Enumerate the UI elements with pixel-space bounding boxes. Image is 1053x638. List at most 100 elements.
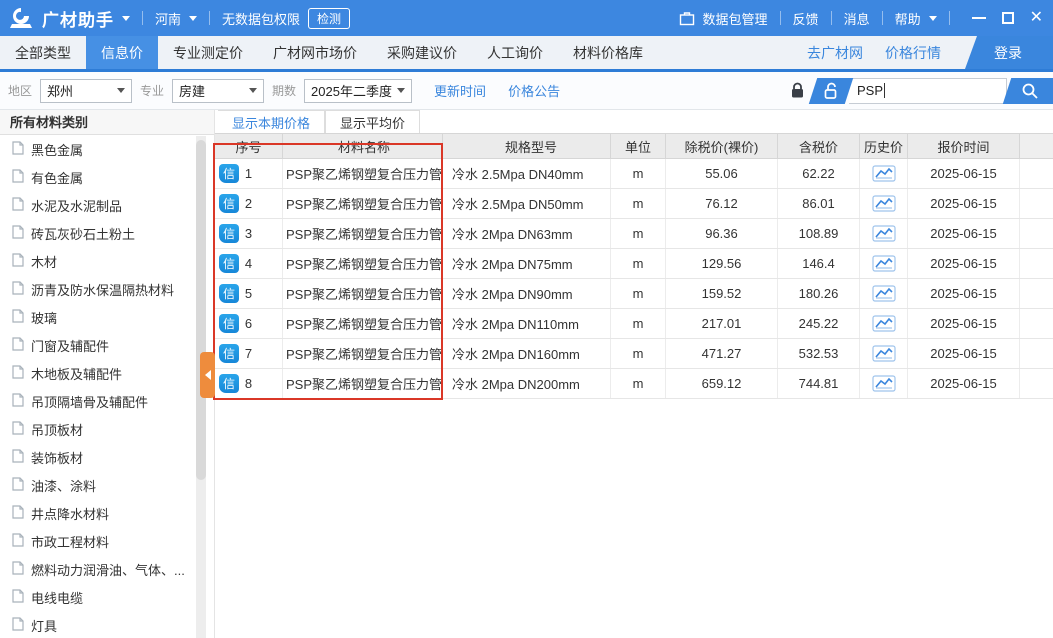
- info-badge-icon[interactable]: 信: [219, 194, 239, 213]
- help-link[interactable]: 帮助: [895, 9, 921, 28]
- info-badge-icon[interactable]: 信: [219, 284, 239, 303]
- region-select[interactable]: 郑州: [40, 79, 132, 103]
- lock-open-button[interactable]: [813, 78, 849, 104]
- info-badge-icon[interactable]: 信: [219, 224, 239, 243]
- category-item-label: 市政工程材料: [31, 532, 109, 551]
- cell-material-name[interactable]: PSP聚乙烯钢塑复合压力管: [283, 279, 443, 308]
- category-item[interactable]: 水泥及水泥制品: [0, 191, 214, 219]
- cell-material-name[interactable]: PSP聚乙烯钢塑复合压力管: [283, 369, 443, 398]
- go-guangcai-link[interactable]: 去广材网: [807, 43, 863, 63]
- nav-tab[interactable]: 人工询价: [472, 36, 558, 69]
- history-chart-icon[interactable]: [872, 225, 896, 242]
- category-item[interactable]: 燃料动力润滑油、气体、...: [0, 555, 214, 583]
- maximize-icon[interactable]: [1002, 12, 1014, 24]
- lock-closed-icon[interactable]: [785, 82, 809, 99]
- category-item-label: 电线电缆: [31, 588, 83, 607]
- category-item[interactable]: 市政工程材料: [0, 527, 214, 555]
- cell-material-name[interactable]: PSP聚乙烯钢塑复合压力管: [283, 309, 443, 338]
- divider: [209, 11, 210, 25]
- history-chart-icon[interactable]: [872, 165, 896, 182]
- history-chart-icon[interactable]: [872, 375, 896, 392]
- nav-tab[interactable]: 广材网市场价: [258, 36, 372, 69]
- cell-material-name[interactable]: PSP聚乙烯钢塑复合压力管: [283, 189, 443, 218]
- cell-material-name[interactable]: PSP聚乙烯钢塑复合压力管: [283, 339, 443, 368]
- info-badge-icon[interactable]: 信: [219, 254, 239, 273]
- close-icon[interactable]: ✕: [1030, 10, 1043, 26]
- history-chart-icon[interactable]: [872, 255, 896, 272]
- info-badge-icon[interactable]: 信: [219, 344, 239, 363]
- header-history[interactable]: 历史价: [860, 134, 908, 158]
- table-row[interactable]: 信 1 PSP聚乙烯钢塑复合压力管 冷水 2.5Mpa DN40mm m 55.…: [215, 159, 1053, 189]
- nav-tab[interactable]: 采购建议价: [372, 36, 472, 69]
- header-price-excl-tax[interactable]: 除税价(裸价): [666, 134, 778, 158]
- nav-tab[interactable]: 信息价: [86, 36, 158, 69]
- table-row[interactable]: 信 5 PSP聚乙烯钢塑复合压力管 冷水 2Mpa DN90mm m 159.5…: [215, 279, 1053, 309]
- history-chart-icon[interactable]: [872, 315, 896, 332]
- category-item[interactable]: 井点降水材料: [0, 499, 214, 527]
- help-caret-icon[interactable]: [929, 16, 937, 21]
- history-chart-icon[interactable]: [872, 285, 896, 302]
- category-item[interactable]: 电线电缆: [0, 583, 214, 611]
- feedback-link[interactable]: 反馈: [793, 9, 819, 28]
- price-view-tab[interactable]: 显示本期价格: [218, 110, 325, 133]
- nav-tab[interactable]: 专业测定价: [158, 36, 258, 69]
- info-badge-icon[interactable]: 信: [219, 314, 239, 333]
- data-package-link[interactable]: 数据包管理: [703, 9, 768, 28]
- cell-spec: 冷水 2Mpa DN160mm: [443, 339, 611, 368]
- login-button[interactable]: 登录: [963, 36, 1053, 69]
- messages-link[interactable]: 消息: [844, 9, 870, 28]
- app-menu-caret-icon[interactable]: [122, 16, 130, 21]
- table-row[interactable]: 信 4 PSP聚乙烯钢塑复合压力管 冷水 2Mpa DN75mm m 129.5…: [215, 249, 1053, 279]
- category-item[interactable]: 吊顶隔墙骨及辅配件: [0, 387, 214, 415]
- search-input[interactable]: PSP: [849, 78, 1007, 104]
- category-item[interactable]: 砖瓦灰砂石土粉土: [0, 219, 214, 247]
- category-item[interactable]: 灯具: [0, 611, 214, 638]
- cell-material-name[interactable]: PSP聚乙烯钢塑复合压力管: [283, 219, 443, 248]
- major-filter-label: 专业: [140, 82, 164, 99]
- price-view-tab[interactable]: 显示平均价: [325, 110, 420, 133]
- cell-price-excl-tax: 76.12: [666, 189, 778, 218]
- header-quote-date[interactable]: 报价时间: [908, 134, 1020, 158]
- region-selector[interactable]: 河南: [155, 9, 181, 28]
- table-row[interactable]: 信 2 PSP聚乙烯钢塑复合压力管 冷水 2.5Mpa DN50mm m 76.…: [215, 189, 1053, 219]
- header-index[interactable]: 序号: [215, 134, 283, 158]
- nav-tab[interactable]: 材料价格库: [558, 36, 658, 69]
- sidebar-collapse-handle[interactable]: [200, 352, 215, 398]
- history-chart-icon[interactable]: [872, 345, 896, 362]
- category-item[interactable]: 木地板及辅配件: [0, 359, 214, 387]
- category-item[interactable]: 有色金属: [0, 163, 214, 191]
- price-quotes-link[interactable]: 价格行情: [885, 43, 941, 63]
- cell-material-name[interactable]: PSP聚乙烯钢塑复合压力管: [283, 249, 443, 278]
- region-caret-icon[interactable]: [189, 16, 197, 21]
- category-item[interactable]: 门窗及辅配件: [0, 331, 214, 359]
- cell-price-incl-tax: 146.4: [778, 249, 860, 278]
- table-row[interactable]: 信 7 PSP聚乙烯钢塑复合压力管 冷水 2Mpa DN160mm m 471.…: [215, 339, 1053, 369]
- major-select[interactable]: 房建: [172, 79, 264, 103]
- table-row[interactable]: 信 3 PSP聚乙烯钢塑复合压力管 冷水 2Mpa DN63mm m 96.36…: [215, 219, 1053, 249]
- minimize-icon[interactable]: [972, 17, 986, 19]
- category-item[interactable]: 装饰板材: [0, 443, 214, 471]
- price-notice-link[interactable]: 价格公告: [508, 81, 560, 100]
- header-material-name[interactable]: 材料名称: [283, 134, 443, 158]
- detect-button[interactable]: 检测: [308, 8, 350, 29]
- nav-tab[interactable]: 全部类型: [0, 36, 86, 69]
- category-item[interactable]: 黑色金属: [0, 135, 214, 163]
- info-badge-icon[interactable]: 信: [219, 164, 239, 183]
- category-item[interactable]: 沥青及防水保温隔热材料: [0, 275, 214, 303]
- cell-material-name[interactable]: PSP聚乙烯钢塑复合压力管: [283, 159, 443, 188]
- category-item[interactable]: 玻璃: [0, 303, 214, 331]
- category-item[interactable]: 吊顶板材: [0, 415, 214, 443]
- category-item[interactable]: 油漆、涂料: [0, 471, 214, 499]
- sidebar-scrollbar-thumb[interactable]: [196, 140, 206, 480]
- period-select[interactable]: 2025年二季度: [304, 79, 412, 103]
- header-unit[interactable]: 单位: [611, 134, 666, 158]
- category-item[interactable]: 木材: [0, 247, 214, 275]
- table-row[interactable]: 信 8 PSP聚乙烯钢塑复合压力管 冷水 2Mpa DN200mm m 659.…: [215, 369, 1053, 399]
- history-chart-icon[interactable]: [872, 195, 896, 212]
- header-spec[interactable]: 规格型号: [443, 134, 611, 158]
- search-button[interactable]: [1007, 78, 1053, 104]
- info-badge-icon[interactable]: 信: [219, 374, 239, 393]
- update-time-link[interactable]: 更新时间: [434, 81, 486, 100]
- header-price-incl-tax[interactable]: 含税价: [778, 134, 860, 158]
- table-row[interactable]: 信 6 PSP聚乙烯钢塑复合压力管 冷水 2Mpa DN110mm m 217.…: [215, 309, 1053, 339]
